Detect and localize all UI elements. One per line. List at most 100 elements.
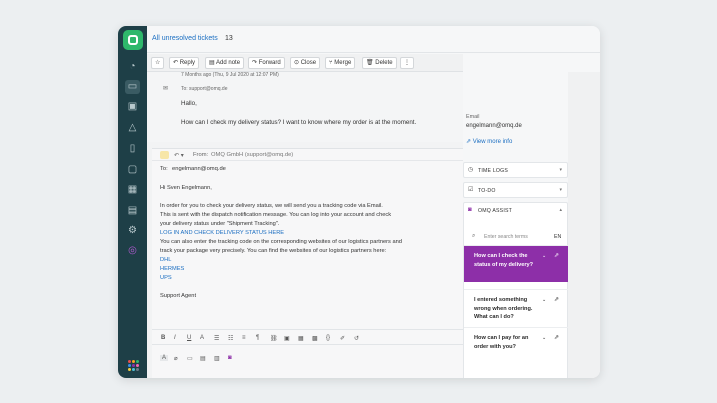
insert-answer-icon[interactable]: ⇗ xyxy=(554,252,559,259)
trash-icon: 🗑 xyxy=(366,60,376,66)
grid-icon[interactable]: ▦ xyxy=(126,183,139,196)
question-text: I entered something wrong when ordering.… xyxy=(474,297,533,320)
omq-insert-icon[interactable]: ◙ xyxy=(228,355,232,361)
tickets-icon[interactable]: ▭ xyxy=(125,80,140,94)
insert-answer-icon[interactable]: ⇗ xyxy=(554,334,559,341)
chevron-down-icon: ▾ xyxy=(559,167,562,173)
body-line: Hi Sven Engelmann, xyxy=(160,185,212,191)
canned-response-icon[interactable]: ▭ xyxy=(187,355,193,362)
code-icon[interactable]: ▤ xyxy=(126,204,139,217)
indent-icon[interactable]: ≡ xyxy=(242,335,246,341)
checklist-icon: ☑ xyxy=(468,187,474,193)
link-icon[interactable]: ⛓ xyxy=(270,335,278,342)
apps-icon[interactable] xyxy=(128,360,139,371)
app-dot xyxy=(132,364,135,367)
partner-link-ups[interactable]: UPS xyxy=(160,275,172,281)
chat-icon[interactable]: ▢ xyxy=(126,163,139,176)
image-icon[interactable]: ▣ xyxy=(284,335,290,342)
add-note-label: Add note xyxy=(216,60,241,66)
reply-avatar xyxy=(160,151,169,159)
merge-button[interactable]: ⑂ Merge xyxy=(325,57,356,69)
kb-article-icon[interactable]: ▤ xyxy=(200,355,206,362)
italic-icon[interactable]: I xyxy=(174,335,176,341)
close-label: Close xyxy=(300,60,317,66)
app-dot xyxy=(136,360,139,363)
assist-question[interactable]: I entered something wrong when ordering.… xyxy=(464,289,569,327)
numbered-list-icon[interactable]: ☷ xyxy=(228,335,233,342)
body-line: track your package very precisely. You c… xyxy=(160,248,387,254)
omq-assist-title: OMQ ASSIST xyxy=(478,208,512,214)
app-dot xyxy=(128,360,131,363)
time-logs-title: TIME LOGS xyxy=(478,168,509,174)
partner-link-hermes[interactable]: HERMES xyxy=(160,266,184,272)
login-link[interactable]: LOG IN AND CHECK DELIVERY STATUS HERE xyxy=(160,230,284,236)
clear-format-icon[interactable]: ✐ xyxy=(340,335,345,342)
merge-label: Merge xyxy=(334,60,352,66)
right-gutter xyxy=(568,72,600,378)
forward-button[interactable]: ↷ Forward xyxy=(248,57,285,69)
formatting-toolbar: B I U A ☰ ☷ ≡ ¶ ⛓ ▣ ▦ ▩ {} ✐ ↺ xyxy=(152,329,463,345)
star-button[interactable]: ☆ xyxy=(151,57,165,69)
omq-icon[interactable]: ◎ xyxy=(126,244,139,257)
breadcrumb[interactable]: All unresolved tickets xyxy=(152,35,218,42)
underline-icon[interactable]: U xyxy=(187,335,191,341)
conversation-pane: 7 Months ago (Thu, 9 Jul 2020 at 12:07 P… xyxy=(147,72,463,378)
table-icon[interactable]: ▦ xyxy=(298,335,304,342)
language-select[interactable]: EN xyxy=(554,234,561,240)
close-button[interactable]: ⊙ Close xyxy=(290,57,321,69)
bullet-list-icon[interactable]: ☰ xyxy=(214,335,219,342)
todo-section[interactable]: ☑ TO-DO ▾ xyxy=(463,182,568,198)
add-note-button[interactable]: ▤ Add note xyxy=(205,57,245,69)
time-logs-section[interactable]: ◷ TIME LOGS ▾ xyxy=(463,162,568,178)
body-line: This is sent with the dispatch notificat… xyxy=(160,212,392,218)
clock-icon: ◷ xyxy=(468,167,474,173)
reply-button[interactable]: ↶ Reply xyxy=(169,57,200,69)
app-dot xyxy=(132,360,135,363)
template-icon[interactable]: ▥ xyxy=(214,355,220,362)
bold-icon[interactable]: B xyxy=(161,335,165,341)
chevron-down-icon[interactable]: ⌄ xyxy=(542,253,546,259)
contact-email[interactable]: engelmann@omq.de xyxy=(466,123,522,129)
braces-icon[interactable]: {} xyxy=(326,335,330,341)
omq-logo-icon: ◙ xyxy=(468,207,472,213)
delete-label: Delete xyxy=(375,60,393,66)
from-value[interactable]: OMQ GmbH (support@omq.de) xyxy=(211,152,293,158)
book-icon[interactable]: ▯ xyxy=(126,142,139,155)
from-label: From: xyxy=(193,152,209,158)
app-dot xyxy=(128,368,131,371)
reply-editor: ↶ ▾ From: OMQ GmbH (support@omq.de) To: … xyxy=(152,148,463,378)
insert-answer-icon[interactable]: ⇗ xyxy=(554,296,559,303)
contacts-icon[interactable]: ▣ xyxy=(126,100,139,113)
assist-question[interactable]: How can I check the status of my deliver… xyxy=(464,245,569,282)
incoming-message: 7 Months ago (Thu, 9 Jul 2020 at 12:07 P… xyxy=(147,72,463,142)
more-button[interactable]: ⋮ xyxy=(400,57,414,69)
dashboard-icon[interactable]: ◔ xyxy=(126,60,139,73)
attach-icon[interactable]: ⌀ xyxy=(174,355,178,362)
app-window: ◔ ▭ ▣ △ ▯ ▢ ▦ ▤ ⚙ ◎ All unresolved ticke… xyxy=(118,26,600,378)
assist-search-input[interactable]: Enter search terms xyxy=(484,234,528,240)
reply-type-dropdown[interactable]: ↶ ▾ xyxy=(174,152,184,159)
details-panel: Email engelmann@omq.de ⇗ View more info … xyxy=(463,72,569,378)
delete-button[interactable]: 🗑 Delete xyxy=(362,57,397,69)
history-icon[interactable]: ↺ xyxy=(354,335,359,342)
view-more-link[interactable]: ⇗ View more info xyxy=(466,138,512,145)
message-greeting: Hallo, xyxy=(181,100,197,107)
chevron-up-icon[interactable]: ▴ xyxy=(559,207,562,213)
partner-link-dhl[interactable]: DHL xyxy=(160,257,171,263)
assist-question[interactable]: How can I pay for an order with you? ⌄ ⇗ xyxy=(464,327,569,357)
contact-card: Email engelmann@omq.de ⇗ View more info xyxy=(463,72,568,152)
settings-icon[interactable]: ⚙ xyxy=(126,224,139,237)
code-block-icon[interactable]: ▩ xyxy=(312,335,318,342)
paragraph-icon[interactable]: ¶ xyxy=(256,335,259,341)
to-value[interactable]: engelmann@omq.de xyxy=(172,166,226,172)
bell-icon[interactable]: △ xyxy=(126,121,139,134)
view-more-label: View more info xyxy=(472,139,513,145)
question-text: How can I check the status of my deliver… xyxy=(474,253,534,268)
chevron-down-icon[interactable]: ⌄ xyxy=(542,335,546,341)
search-icon: ⌕ xyxy=(472,233,476,239)
freshdesk-logo[interactable] xyxy=(123,30,143,50)
font-size-icon[interactable]: A xyxy=(200,335,204,341)
chevron-down-icon[interactable]: ⌄ xyxy=(542,297,546,303)
external-link-icon: ⇗ xyxy=(466,139,473,145)
text-format-icon[interactable]: A xyxy=(160,355,169,361)
